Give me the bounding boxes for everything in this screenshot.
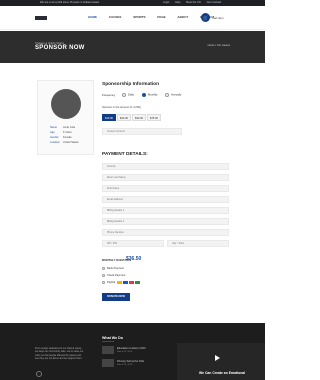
- main-navbar: HOME CAUSES SPORTS PAGE ABOUT CONTACT 🛒 …: [0, 6, 265, 30]
- amex-icon: [134, 281, 140, 284]
- footer-about-text: From people dedicated to our shared caus…: [35, 347, 84, 361]
- city-field[interactable]: City / Town: [167, 240, 229, 247]
- footer-heading-underline: [102, 341, 114, 342]
- site-logo[interactable]: [35, 16, 47, 20]
- amount-option-30[interactable]: $30.00: [132, 114, 146, 121]
- footer-item-thumbnail[interactable]: [102, 359, 114, 367]
- profile-row-gender: Gender Female: [50, 136, 72, 139]
- nav-page[interactable]: PAGE: [157, 15, 165, 19]
- total-value: $36.50: [126, 256, 142, 262]
- billing-2-field[interactable]: Billing Details 2: [102, 218, 229, 225]
- frequency-label: Frequency: [102, 93, 116, 97]
- nav-home[interactable]: HOME: [88, 15, 97, 19]
- top-link-help[interactable]: Help: [175, 1, 180, 4]
- payment-title: PAYMENT DETAILS:: [102, 152, 148, 157]
- profile-row-location: Location United States: [50, 141, 79, 144]
- site-footer: From people dedicated to our shared caus…: [0, 323, 265, 380]
- zip-field[interactable]: ZIP / PIN: [102, 240, 164, 247]
- footer-video-promo[interactable]: We Can Create an Emotional: [177, 343, 265, 380]
- nav-about[interactable]: ABOUT: [177, 15, 188, 19]
- top-link-involved[interactable]: Get involved: [207, 1, 221, 4]
- frequency-monthly-radio[interactable]: Monthly: [142, 93, 157, 97]
- amount-option-75[interactable]: $75.00: [147, 114, 161, 121]
- nav-causes[interactable]: CAUSES: [109, 15, 122, 19]
- footer-item-thumbnail[interactable]: [102, 346, 114, 354]
- breadcrumb[interactable]: Home / Our causes: [208, 44, 230, 47]
- bank-payment-radio[interactable]: Bank Payment: [102, 267, 124, 270]
- visa-icon: [122, 281, 128, 284]
- footer-social-icon[interactable]: [36, 371, 42, 377]
- mastercard-icon: [128, 281, 134, 284]
- child-profile-card: Name Amar Cole Age 6 Years Gender Female Lo…: [37, 80, 94, 155]
- amount-label: Sponsor in the amount of: (USD): [102, 106, 141, 109]
- play-icon[interactable]: [215, 355, 220, 361]
- amount-option-20[interactable]: $20.00: [117, 114, 131, 121]
- frequency-daily-radio[interactable]: Daily: [122, 93, 134, 97]
- nav-sports[interactable]: SPORTS: [133, 15, 145, 19]
- phone-field[interactable]: Phone Number: [102, 229, 229, 236]
- cart-icon[interactable]: 🛒: [201, 13, 210, 22]
- card-icon: [116, 281, 122, 284]
- footer-heading: What We Do: [102, 336, 123, 340]
- frequency-annually-radio[interactable]: Annually: [165, 93, 181, 97]
- last-name-field[interactable]: Enter Last Name: [102, 174, 229, 181]
- footer-item[interactable]: Education to Every Child March 24, 2016: [117, 347, 145, 353]
- donate-now-button[interactable]: DONATE NOW: [102, 293, 130, 301]
- cart-label[interactable]: Cart Item: [212, 16, 224, 20]
- page-hero: Change a child's World SPONSOR NOW Home …: [0, 31, 265, 63]
- paypal-radio[interactable]: PayPal: [102, 281, 140, 284]
- footer-item[interactable]: Primary School for Kids March 24, 2016: [117, 360, 144, 366]
- sponsorship-title: Sponsorship Information: [102, 82, 160, 87]
- profile-row-age: Age 6 Years: [50, 131, 72, 134]
- check-payment-radio[interactable]: Check Payment: [102, 274, 125, 277]
- email-field[interactable]: Email address: [102, 196, 229, 203]
- custom-amount-input[interactable]: Custom Amount: [102, 128, 182, 135]
- top-link-meet[interactable]: Meet the CO: [186, 1, 201, 4]
- child-photo: [51, 89, 81, 119]
- top-bar-links: Login Help Meet the CO Get involved: [158, 1, 221, 4]
- top-link-login[interactable]: Login: [163, 1, 169, 4]
- promo-text: We Can Create an Emotional: [199, 371, 246, 375]
- top-bar-text: We are a non-profit since 15 years in In…: [40, 1, 100, 4]
- amount-option-10[interactable]: $10.00: [102, 114, 116, 121]
- first-name-field[interactable]: First Name: [102, 185, 229, 192]
- country-field[interactable]: Country: [102, 163, 229, 170]
- profile-row-name: Name Amar Cole: [50, 126, 76, 129]
- page-title: SPONSOR NOW: [35, 45, 85, 51]
- billing-1-field[interactable]: Billing Details 1: [102, 207, 229, 214]
